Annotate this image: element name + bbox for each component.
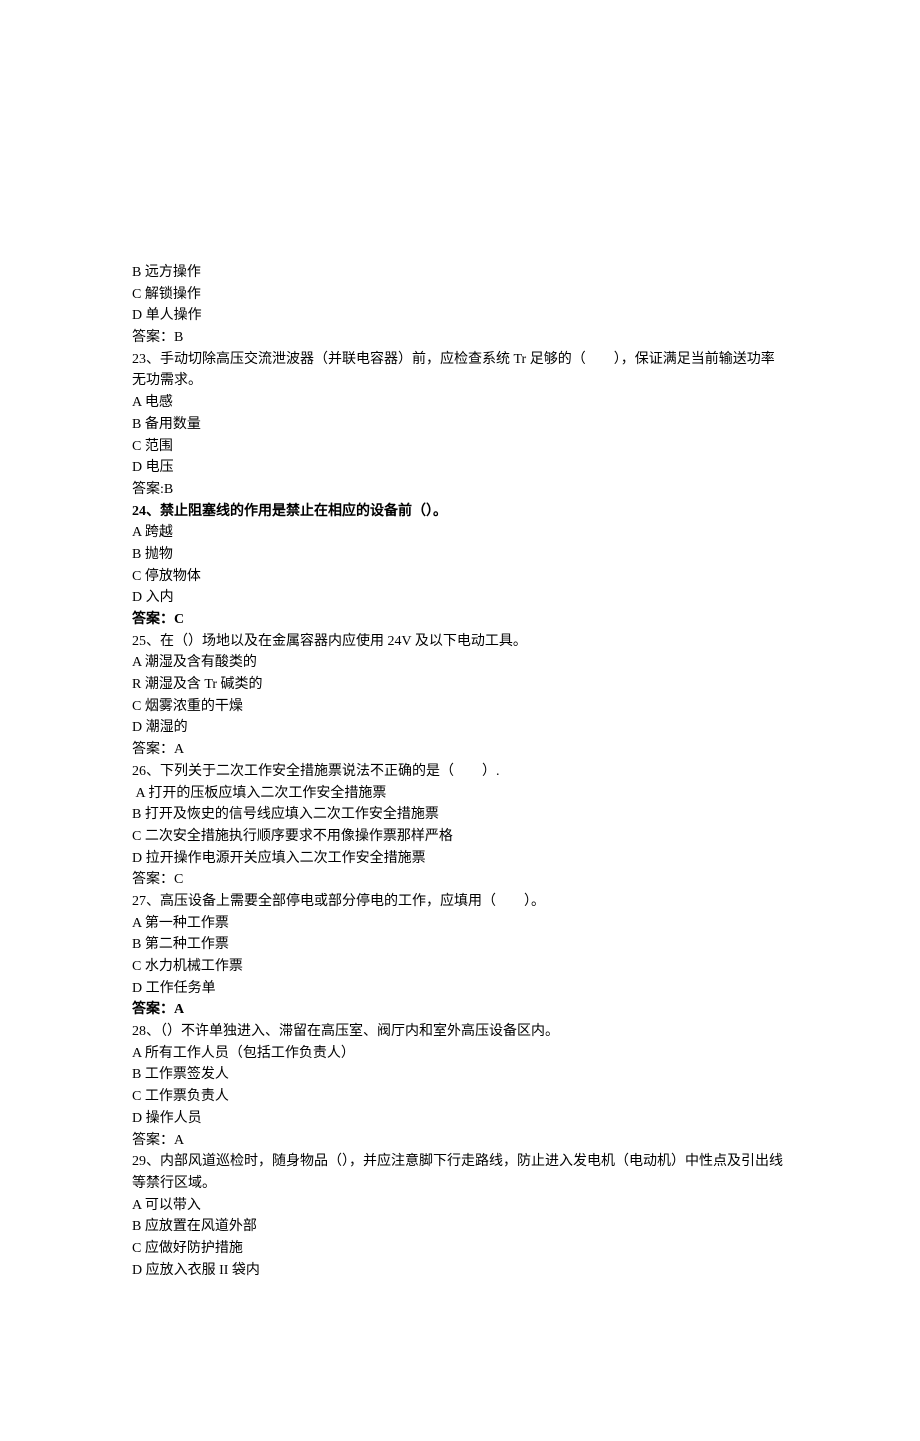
text-line: 答案:B	[132, 479, 788, 501]
text-line: C 工作票负责人	[132, 1086, 788, 1108]
text-line: B 第二种工作票	[132, 934, 788, 956]
text-line: C 烟雾浓重的干燥	[132, 696, 788, 718]
document-body: B 远方操作C 解锁操作D 单人操作答案：B23、手动切除高压交流泄波器（并联电…	[132, 262, 788, 1281]
text-line: C 停放物体	[132, 566, 788, 588]
text-line: R 潮湿及含 Tr 碱类的	[132, 674, 788, 696]
text-line: B 打开及恢史的信号线应填入二次工作安全措施票	[132, 804, 788, 826]
text-line: C 二次安全措施执行顺序要求不用像操作票那样严格	[132, 826, 788, 848]
text-line: A 电感	[132, 392, 788, 414]
text-line: A 跨越	[132, 522, 788, 544]
text-line: 23、手动切除高压交流泄波器（并联电容器）前，应检查系统 Tr 足够的（ ），保…	[132, 349, 788, 392]
text-line: 答案：A	[132, 739, 788, 761]
document-page: B 远方操作C 解锁操作D 单人操作答案：B23、手动切除高压交流泄波器（并联电…	[0, 0, 920, 1441]
text-line: A 潮湿及含有酸类的	[132, 652, 788, 674]
text-line: 26、下列关于二次工作安全措施票说法不正确的是（ ）.	[132, 761, 788, 783]
text-line: 答案：A	[132, 999, 788, 1021]
text-line: D 操作人员	[132, 1108, 788, 1130]
text-line: 27、高压设备上需要全部停电或部分停电的工作，应填用（ ）。	[132, 891, 788, 913]
text-line: D 潮湿的	[132, 717, 788, 739]
text-line: D 应放入衣服 II 袋内	[132, 1260, 788, 1282]
text-line: 28、（）不许单独进入、滞留在高压室、阀厅内和室外高压设备区内。	[132, 1021, 788, 1043]
text-line: A 可以带入	[132, 1195, 788, 1217]
text-line: B 工作票签发人	[132, 1064, 788, 1086]
text-line: 24、禁止阻塞线的作用是禁止在相应的设备前（）。	[132, 501, 788, 523]
text-line: B 备用数量	[132, 414, 788, 436]
text-line: C 水力机械工作票	[132, 956, 788, 978]
text-line: D 电压	[132, 457, 788, 479]
text-line: B 抛物	[132, 544, 788, 566]
text-line: C 范围	[132, 436, 788, 458]
text-line: 25、在（）场地以及在金属容器内应使用 24V 及以下电动工具。	[132, 631, 788, 653]
text-line: B 远方操作	[132, 262, 788, 284]
text-line: C 应做好防护措施	[132, 1238, 788, 1260]
text-line: 29、内部风道巡检时，随身物品（），并应注意脚下行走路线，防止进入发电机（电动机…	[132, 1151, 788, 1194]
text-line: 答案：A	[132, 1130, 788, 1152]
text-line: C 解锁操作	[132, 284, 788, 306]
text-line: B 应放置在风道外部	[132, 1216, 788, 1238]
text-line: 答案：B	[132, 327, 788, 349]
text-line: D 单人操作	[132, 305, 788, 327]
text-line: 答案：C	[132, 609, 788, 631]
text-line: A 第一种工作票	[132, 913, 788, 935]
text-line: D 拉开操作电源开关应填入二次工作安全措施票	[132, 848, 788, 870]
text-line: A 打开的压板应填入二次工作安全措施票	[132, 783, 788, 805]
text-line: 答案：C	[132, 869, 788, 891]
text-line: A 所有工作人员（包括工作负责人）	[132, 1043, 788, 1065]
text-line: D 入内	[132, 587, 788, 609]
text-line: D 工作任务单	[132, 978, 788, 1000]
